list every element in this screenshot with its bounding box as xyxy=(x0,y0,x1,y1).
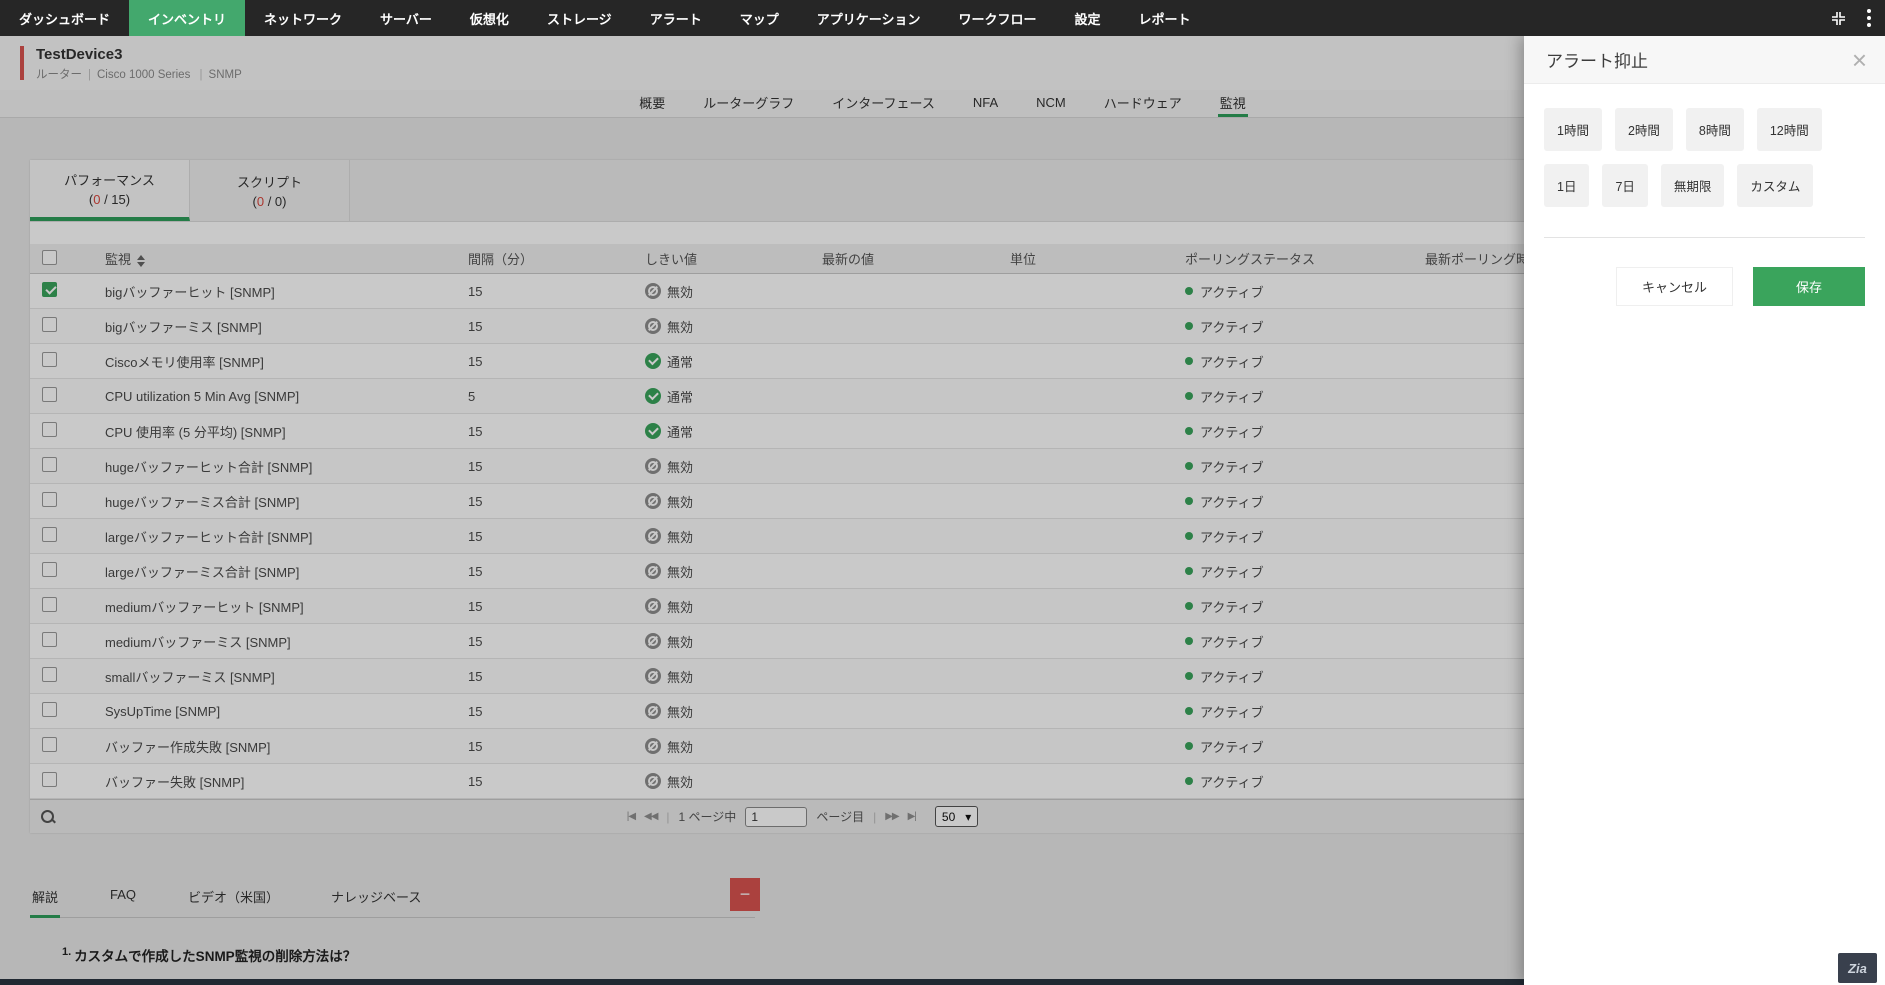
alert-suppression-panel: アラート抑止 × 1時間 2時間 8時間 12時間 1日 7日 無期限 カスタム キャンセル … xyxy=(1524,36,1885,985)
duration-8h[interactable]: 8時間 xyxy=(1685,108,1744,151)
nav-item-inventory[interactable]: インベントリ xyxy=(129,0,246,36)
panel-title: アラート抑止 xyxy=(1546,52,1648,71)
nav-item-virtualization[interactable]: 仮想化 xyxy=(451,0,528,36)
nav-item-server[interactable]: サーバー xyxy=(361,0,451,36)
nav-item-dashboard[interactable]: ダッシュボード xyxy=(0,0,129,36)
nav-item-applications[interactable]: アプリケーション xyxy=(798,0,940,36)
duration-7d[interactable]: 7日 xyxy=(1602,164,1648,207)
top-nav: ダッシュボード インベントリ ネットワーク サーバー 仮想化 ストレージ アラート マップ アプ… xyxy=(0,0,1885,36)
top-nav-actions xyxy=(1830,0,1885,36)
nav-item-network[interactable]: ネットワーク xyxy=(245,0,361,36)
exit-fullscreen-icon[interactable] xyxy=(1830,10,1847,27)
more-menu-icon[interactable] xyxy=(1867,9,1871,27)
top-nav-items: ダッシュボード インベントリ ネットワーク サーバー 仮想化 ストレージ アラート マップ アプ… xyxy=(0,0,1210,36)
duration-12h[interactable]: 12時間 xyxy=(1756,108,1822,151)
duration-custom[interactable]: カスタム xyxy=(1737,164,1814,207)
duration-1d[interactable]: 1日 xyxy=(1544,164,1590,207)
nav-item-workflow[interactable]: ワークフロー xyxy=(939,0,1055,36)
cancel-button[interactable]: キャンセル xyxy=(1615,267,1733,306)
panel-divider xyxy=(1544,237,1865,238)
nav-item-reports[interactable]: レポート xyxy=(1120,0,1210,36)
duration-1h[interactable]: 1時間 xyxy=(1544,108,1602,151)
nav-item-storage[interactable]: ストレージ xyxy=(528,0,631,36)
nav-item-maps[interactable]: マップ xyxy=(721,0,798,36)
save-button[interactable]: 保存 xyxy=(1752,267,1865,306)
nav-item-settings[interactable]: 設定 xyxy=(1055,0,1119,36)
panel-header: アラート抑止 × xyxy=(1524,36,1885,84)
nav-item-alerts[interactable]: アラート xyxy=(631,0,721,36)
close-icon[interactable]: × xyxy=(1852,47,1867,73)
duration-options: 1時間 2時間 8時間 12時間 1日 7日 無期限 カスタム xyxy=(1544,108,1865,207)
duration-indefinite[interactable]: 無期限 xyxy=(1660,164,1725,207)
duration-2h[interactable]: 2時間 xyxy=(1614,108,1673,151)
zia-assistant-button[interactable]: Zia xyxy=(1838,953,1877,983)
